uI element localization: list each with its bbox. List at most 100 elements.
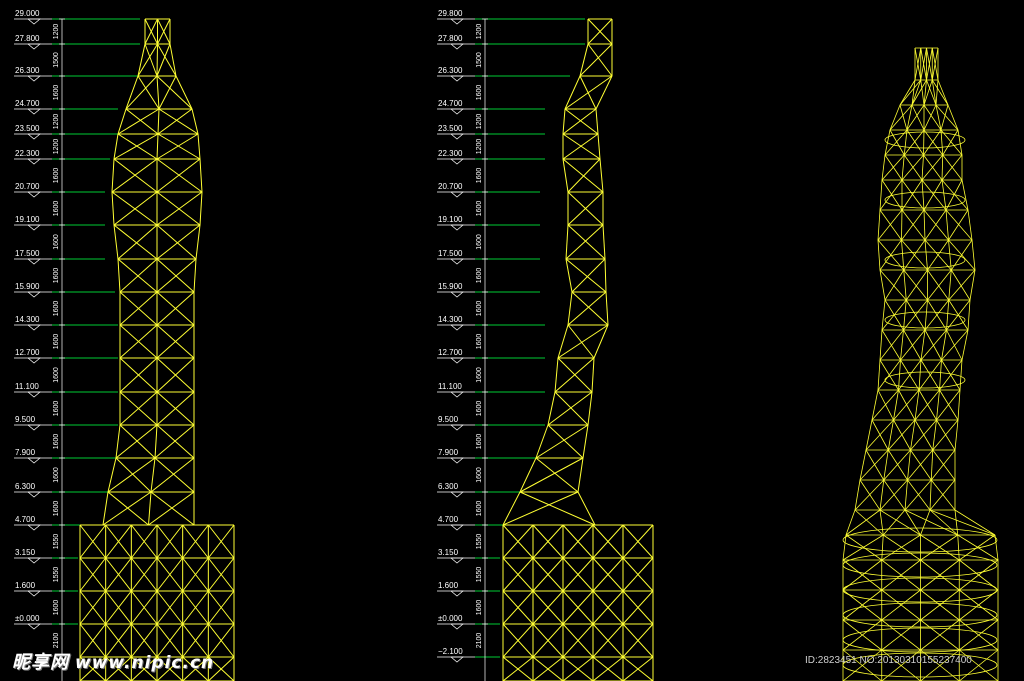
level-marker	[27, 43, 41, 50]
truss-post	[115, 424, 121, 459]
truss-brace	[119, 424, 156, 459]
dimension-label: 1600	[476, 467, 483, 483]
dimension-label: 1200	[53, 114, 60, 130]
dimension-label: 1600	[53, 467, 60, 483]
level-marker	[450, 191, 464, 198]
truss-post	[941, 154, 944, 181]
truss-post	[923, 129, 925, 156]
truss-post	[567, 291, 573, 326]
level-marker	[27, 557, 41, 564]
truss-brace	[884, 129, 908, 156]
truss-post	[929, 509, 959, 536]
truss-brace	[115, 457, 152, 493]
truss-post	[502, 491, 521, 526]
level-marker	[27, 191, 41, 198]
level-label: 6.300	[438, 482, 459, 491]
level-marker	[450, 18, 464, 25]
level-marker	[450, 557, 464, 564]
truss-post	[535, 424, 549, 459]
dimension-label: 1200	[476, 139, 483, 155]
level-label: 27.800	[15, 34, 40, 43]
truss-post	[597, 133, 601, 160]
truss-brace	[903, 299, 928, 331]
level-marker	[27, 18, 41, 25]
truss-post	[948, 239, 952, 271]
truss-brace	[927, 239, 949, 271]
truss-post	[901, 154, 905, 181]
dimension-label: 1600	[53, 268, 60, 284]
dimension-label: 1600	[476, 234, 483, 250]
truss-post	[879, 329, 883, 361]
dimension-label: 1600	[476, 301, 483, 317]
truss-post	[879, 479, 885, 511]
truss-post	[154, 424, 158, 459]
truss-brace	[957, 534, 999, 561]
truss-brace	[898, 359, 922, 391]
watermark: 昵享网 www.nipic.cn	[12, 648, 214, 674]
level-label: 20.700	[438, 182, 463, 191]
truss-brace	[859, 479, 881, 511]
truss-brace	[901, 154, 924, 181]
truss-post	[903, 299, 907, 331]
level-label: 12.700	[15, 348, 40, 357]
truss-brace	[567, 158, 601, 193]
truss-brace	[879, 329, 904, 361]
truss-brace	[842, 534, 884, 561]
level-marker	[27, 158, 41, 165]
truss-post	[921, 154, 924, 181]
truss-post	[889, 104, 901, 131]
truss-brace	[948, 209, 969, 241]
truss-post	[587, 391, 593, 426]
level-marker	[450, 133, 464, 140]
dimension-label: 1500	[53, 52, 60, 68]
dimension-label: 1600	[53, 85, 60, 101]
level-label: 11.100	[15, 382, 39, 391]
dimension-label: 1600	[476, 401, 483, 417]
level-marker	[450, 291, 464, 298]
truss-post	[199, 158, 203, 193]
tower-side-elevation	[502, 18, 654, 681]
truss-ring	[842, 627, 998, 653]
truss-post	[930, 449, 934, 481]
truss-post	[901, 209, 903, 241]
truss-brace	[893, 389, 920, 421]
truss-post	[113, 133, 119, 160]
truss-brace	[535, 424, 589, 459]
level-label: 20.700	[15, 182, 40, 191]
truss-brace	[920, 329, 947, 361]
level-marker	[450, 258, 464, 265]
level-label: 1.600	[438, 581, 459, 590]
truss-brace	[579, 43, 613, 77]
truss-post	[562, 108, 566, 135]
level-marker	[450, 424, 464, 431]
truss-post	[904, 479, 908, 511]
truss-post	[111, 191, 115, 226]
dimension-label: 1550	[53, 567, 60, 583]
level-marker	[27, 590, 41, 597]
dimension-label: 1550	[53, 534, 60, 550]
truss-ring	[884, 371, 966, 389]
truss-post	[117, 258, 121, 293]
truss-post	[921, 179, 925, 211]
level-marker	[450, 656, 464, 663]
dimension-label: 1600	[53, 600, 60, 616]
truss-brace	[920, 509, 931, 536]
truss-ring	[884, 131, 966, 149]
level-marker	[450, 324, 464, 331]
dimension-label: 1600	[476, 201, 483, 217]
truss-brace	[954, 509, 959, 536]
level-label: 7.900	[15, 448, 36, 457]
dimension-label: 1600	[476, 168, 483, 184]
level-marker	[27, 258, 41, 265]
level-label: 3.150	[15, 548, 36, 557]
truss-brace	[918, 359, 942, 391]
truss-brace	[519, 457, 584, 493]
level-label: 3.150	[438, 548, 459, 557]
truss-post	[901, 239, 905, 271]
truss-post	[903, 129, 908, 156]
cad-drawing: 29.000 27.800 26.300 24.700 23.500 22.300 20.7…	[14, 9, 999, 681]
dimension-label: 1600	[53, 168, 60, 184]
dimension-label: 1600	[476, 268, 483, 284]
truss-post	[602, 224, 606, 260]
level-label: 22.300	[438, 149, 463, 158]
